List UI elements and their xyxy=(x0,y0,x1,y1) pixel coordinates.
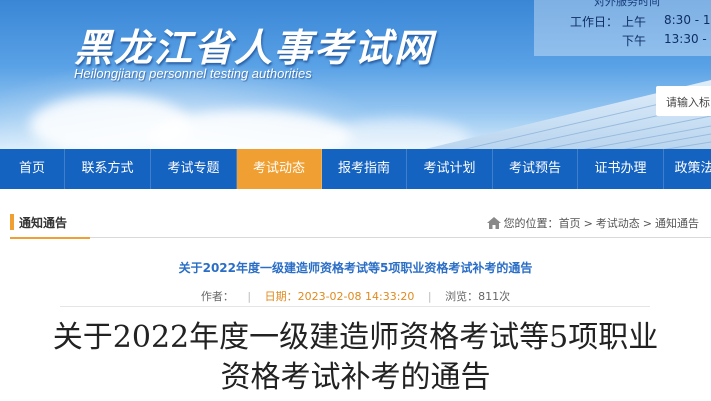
breadcrumb: 您的位置： 首页 > 考试动态 > 通知通告 xyxy=(486,215,699,231)
main-nav: 首页 联系方式 考试专题 考试动态 报考指南 考试计划 考试预告 证书办理 政策… xyxy=(0,149,711,189)
section-marker xyxy=(10,214,14,230)
author-label: 作者： xyxy=(200,290,234,303)
service-hours-panel: 对外服务时间 工作日： 上午 8:30 - 1 下午 13:30 - 1 xyxy=(534,0,711,56)
nav-item-exam-plan[interactable]: 考试计划 xyxy=(407,149,493,189)
site-title: 黑龙江省人事考试网 xyxy=(74,26,435,70)
breadcrumb-separator: > xyxy=(583,216,593,230)
article-link-title[interactable]: 关于2022年度一级建造师资格考试等5项职业资格考试补考的通告 xyxy=(0,259,711,276)
nav-item-home[interactable]: 首页 xyxy=(0,149,65,189)
breadcrumb-separator: > xyxy=(642,216,652,230)
breadcrumb-exam-news[interactable]: 考试动态 xyxy=(596,215,640,231)
nav-item-certificate[interactable]: 证书办理 xyxy=(578,149,664,189)
article-title-line2: 资格考试补考的通告 xyxy=(220,360,491,395)
views-value: 811次 xyxy=(478,290,511,303)
service-hours-heading: 对外服务时间 xyxy=(594,0,660,8)
breadcrumb-prefix: 您的位置： xyxy=(503,217,559,230)
hours-label: 工作日： xyxy=(570,15,619,29)
nav-item-exam-news[interactable]: 考试动态 xyxy=(237,149,322,189)
nav-item-exam-topics[interactable]: 考试专题 xyxy=(151,149,237,189)
site-subtitle: Heilongjiang personnel testing authoriti… xyxy=(74,66,312,81)
hours-pm-label: 下午 xyxy=(622,34,647,48)
home-icon xyxy=(486,217,501,229)
hours-am-label: 上午 xyxy=(622,15,647,29)
meta-divider: | xyxy=(427,290,432,303)
nav-item-policy[interactable]: 政策法 xyxy=(664,149,711,189)
date-label: 日期： xyxy=(264,290,298,303)
breadcrumb-current[interactable]: 通知通告 xyxy=(655,215,699,231)
nav-item-exam-preview[interactable]: 考试预告 xyxy=(493,149,578,189)
meta-divider: | xyxy=(247,290,252,303)
section-title: 通知通告 xyxy=(19,216,68,230)
search-input[interactable]: 请输入标 xyxy=(656,86,711,116)
section-underline xyxy=(10,237,90,239)
section-header: 通知通告 您的位置： 首页 > 考试动态 > 通知通告 xyxy=(10,208,711,239)
hours-am-value: 8:30 - 1 xyxy=(664,13,711,27)
date-value: 2023-02-08 14:33:20 xyxy=(297,290,415,303)
meta-divider-line xyxy=(60,306,650,307)
hours-pm-value: 13:30 - 1 xyxy=(664,32,711,46)
views-label: 浏览： xyxy=(445,290,479,303)
breadcrumb-home[interactable]: 首页 xyxy=(559,215,581,231)
article-meta: 作者： | 日期：2023-02-08 14:33:20 | 浏览：811次 xyxy=(0,288,711,304)
article-title: 关于2022年度一级建造师资格考试等5项职业 资格考试补考的通告 xyxy=(0,318,711,398)
nav-item-guide[interactable]: 报考指南 xyxy=(322,149,407,189)
article-title-line1: 关于2022年度一级建造师资格考试等5项职业 xyxy=(52,320,659,355)
header-banner: 黑龙江省人事考试网 Heilongjiang personnel testing… xyxy=(0,0,711,149)
nav-item-contact[interactable]: 联系方式 xyxy=(65,149,151,189)
